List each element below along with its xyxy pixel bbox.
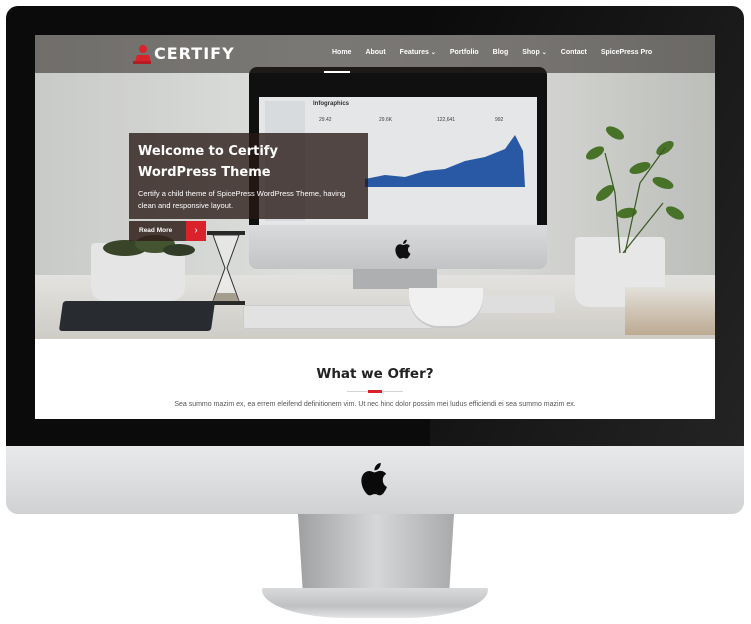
chevron-down-icon: ⌄	[430, 50, 436, 56]
active-nav-indicator	[324, 71, 350, 73]
read-more-label: Read More	[139, 227, 173, 234]
hero-slider: Infographics 29.42 29.6K 122,641 992 Wel…	[35, 35, 715, 339]
hero-caption-box: Welcome to Certify WordPress Theme Certi…	[129, 133, 368, 219]
section-description: Sea summo mazim ex, ea errem eleifend de…	[174, 401, 576, 408]
nav-label: Features	[399, 49, 429, 56]
nav-item-about[interactable]: About	[358, 49, 392, 63]
monitor-stand-base	[262, 588, 488, 618]
certify-logo-icon[interactable]	[133, 44, 151, 64]
read-more-button[interactable]: Read More ›	[129, 221, 206, 241]
chevron-down-icon: ⌄	[541, 50, 547, 56]
nav-label: Contact	[560, 49, 587, 56]
nav-label: Shop	[522, 49, 540, 56]
section-title: What we Offer?	[316, 366, 434, 382]
nav-item-features[interactable]: Features ⌄	[393, 49, 443, 63]
main-navigation: Home About Features ⌄ Portfolio Blog Shop…	[325, 49, 659, 63]
nav-label: SpicePress Pro	[600, 49, 653, 56]
nav-item-home[interactable]: Home	[325, 49, 358, 63]
nav-label: About	[365, 49, 386, 56]
nav-label: Portfolio	[449, 49, 479, 56]
nav-label: Blog	[492, 49, 509, 56]
section-divider-accent	[368, 390, 382, 393]
monitor-stand	[298, 514, 454, 590]
nav-item-shop[interactable]: Shop ⌄	[515, 49, 554, 63]
nav-item-spicepress-pro[interactable]: SpicePress Pro	[594, 49, 659, 63]
website-screen: Infographics 29.42 29.6K 122,641 992 Wel…	[35, 35, 715, 419]
nav-item-blog[interactable]: Blog	[486, 49, 516, 63]
site-logo-text[interactable]: CERTIFY	[154, 44, 235, 63]
site-header: CERTIFY Home About Features ⌄ Portfolio B…	[35, 35, 715, 73]
nav-label: Home	[332, 49, 352, 56]
chevron-right-icon: ›	[186, 221, 206, 241]
hero-title: Welcome to Certify WordPress Theme	[138, 144, 278, 180]
nav-item-contact[interactable]: Contact	[554, 49, 594, 63]
nav-item-portfolio[interactable]: Portfolio	[443, 49, 486, 63]
hero-description: Certify a child theme of SpicePress Word…	[138, 189, 346, 210]
apple-logo-icon	[361, 463, 387, 496]
